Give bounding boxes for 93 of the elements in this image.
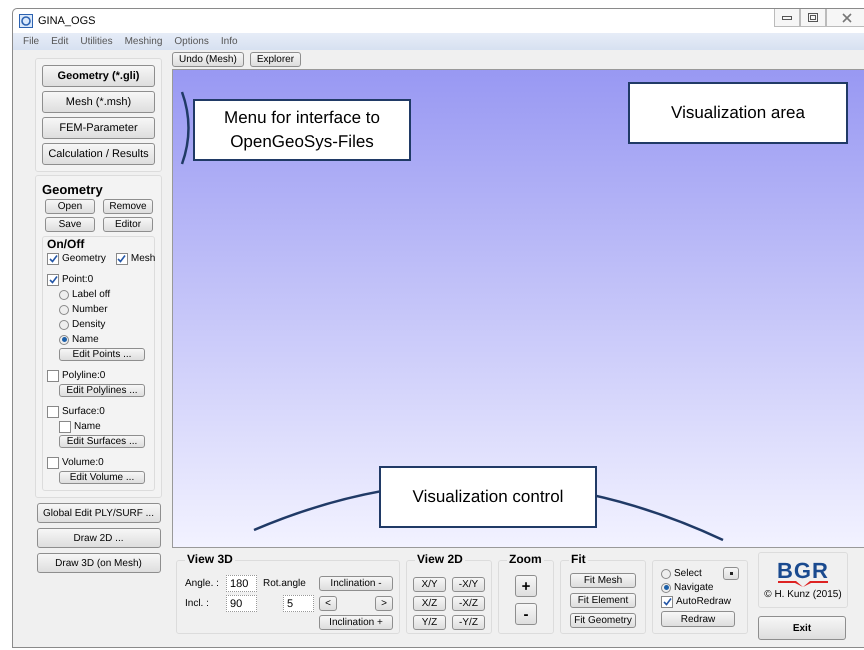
checkbox-label: Point:0: [62, 274, 94, 285]
checkbox[interactable]: [661, 596, 673, 608]
button[interactable]: Editor: [103, 217, 153, 232]
button[interactable]: >: [375, 596, 393, 611]
rotation-field[interactable]: 5: [283, 595, 314, 612]
button[interactable]: Draw 3D (on Mesh): [36, 553, 160, 573]
radio-label: Density: [72, 319, 106, 330]
nav-button[interactable]: Mesh (*.msh): [42, 91, 155, 113]
radio-label: Label off: [72, 289, 110, 300]
button[interactable]: Fit Element: [570, 593, 636, 608]
button[interactable]: <: [319, 596, 337, 611]
checkbox[interactable]: [47, 406, 59, 418]
button[interactable]: -X/Y: [452, 577, 485, 592]
edit-button[interactable]: Edit Points ...: [59, 348, 145, 361]
section-title: On/Off: [47, 239, 86, 250]
logo-text: BGR: [777, 560, 829, 580]
nav-button[interactable]: Calculation / Results: [42, 143, 155, 165]
callout-box: Visualization area: [628, 82, 848, 144]
menu-item[interactable]: Meshing: [124, 36, 162, 47]
menu-item[interactable]: Edit: [51, 36, 68, 47]
button[interactable]: Inclination +: [319, 615, 393, 630]
edit-button[interactable]: Edit Volume ...: [59, 471, 145, 484]
checkbox-label: Name: [74, 421, 101, 432]
checkbox[interactable]: [47, 274, 59, 286]
checkbox-label: Mesh: [130, 253, 156, 264]
checkbox[interactable]: [47, 252, 59, 264]
checkbox[interactable]: [59, 420, 71, 432]
button[interactable]: Draw 2D ...: [36, 528, 160, 548]
nav-button[interactable]: Geometry (*.gli): [42, 65, 155, 87]
button[interactable]: -Y/Z: [452, 615, 485, 630]
menu-item[interactable]: File: [23, 36, 40, 47]
radio-button[interactable]: [59, 320, 69, 330]
checkbox-label: Volume:0: [62, 457, 104, 468]
maximize-icon[interactable]: [800, 9, 826, 27]
radio-label: Number: [72, 304, 108, 315]
edit-button[interactable]: Edit Polylines ...: [59, 384, 145, 397]
label: Rot.angle: [263, 578, 307, 589]
radio-button[interactable]: [661, 568, 671, 578]
checkbox-label: Geometry: [62, 253, 106, 264]
radio-button[interactable]: [59, 334, 69, 344]
panel-title: Geometry: [42, 182, 104, 197]
group-title: Fit: [569, 552, 588, 566]
angle-field[interactable]: 180: [226, 575, 257, 592]
button[interactable]: -X/Z: [452, 596, 485, 611]
menu-item[interactable]: Info: [220, 36, 238, 47]
menu-item[interactable]: Utilities: [80, 36, 113, 47]
radio-label: Name: [72, 334, 99, 345]
callout-box: Menu for interface to OpenGeoSys-Files: [193, 99, 411, 161]
checkbox-label: Polyline:0: [62, 370, 106, 381]
toolbar-button[interactable]: Explorer: [250, 52, 302, 67]
button[interactable]: Fit Geometry: [570, 613, 636, 628]
group-title: View 3D: [185, 552, 235, 566]
checkbox[interactable]: [116, 252, 128, 264]
radio-button[interactable]: [59, 290, 69, 300]
button[interactable]: Fit Mesh: [570, 573, 636, 588]
radio-label: Navigate: [674, 582, 714, 593]
logo-mark-icon: [778, 580, 828, 586]
checkbox[interactable]: [47, 370, 59, 382]
close-icon[interactable]: [826, 9, 864, 27]
button[interactable]: -: [515, 603, 537, 625]
radio-button[interactable]: [59, 304, 69, 314]
callout-box: Visualization control: [379, 466, 597, 528]
group-title: Zoom: [507, 552, 544, 566]
label: Angle. :: [185, 578, 220, 589]
button[interactable]: Y/Z: [413, 615, 446, 630]
inclination-field[interactable]: 90: [226, 595, 257, 612]
button[interactable]: X/Z: [413, 596, 446, 611]
button[interactable]: Remove: [103, 199, 153, 214]
exit-button[interactable]: Exit: [758, 616, 846, 640]
credit-text: © H. Kunz (2015): [764, 588, 842, 600]
app-icon: [19, 14, 33, 28]
checkbox-label: Surface:0: [62, 406, 105, 417]
window-title: GINA_OGS: [38, 15, 96, 27]
menu-item[interactable]: Options: [174, 36, 209, 47]
visualization-area[interactable]: Menu for interface to OpenGeoSys-Files Visualization area Visualization control: [172, 69, 864, 548]
button[interactable]: Global Edit PLY/SURF ...: [36, 503, 160, 523]
toolbar-button[interactable]: Undo (Mesh): [172, 52, 244, 67]
edit-button[interactable]: Edit Surfaces ...: [59, 435, 145, 448]
button[interactable]: Save: [45, 217, 95, 232]
dot-button[interactable]: [723, 567, 739, 580]
button[interactable]: Inclination -: [319, 576, 393, 591]
radio-label: Select: [674, 568, 702, 579]
checkbox[interactable]: [47, 456, 59, 468]
minimize-icon[interactable]: [774, 9, 800, 27]
button[interactable]: Open: [45, 199, 95, 214]
radio-button[interactable]: [661, 582, 671, 592]
button[interactable]: Redraw: [661, 611, 735, 627]
nav-button[interactable]: FEM-Parameter: [42, 117, 155, 139]
checkbox-label: AutoRedraw: [676, 596, 732, 607]
button[interactable]: X/Y: [413, 577, 446, 592]
label: Incl. :: [185, 598, 210, 609]
button[interactable]: +: [515, 575, 537, 597]
group-title: View 2D: [415, 552, 465, 566]
